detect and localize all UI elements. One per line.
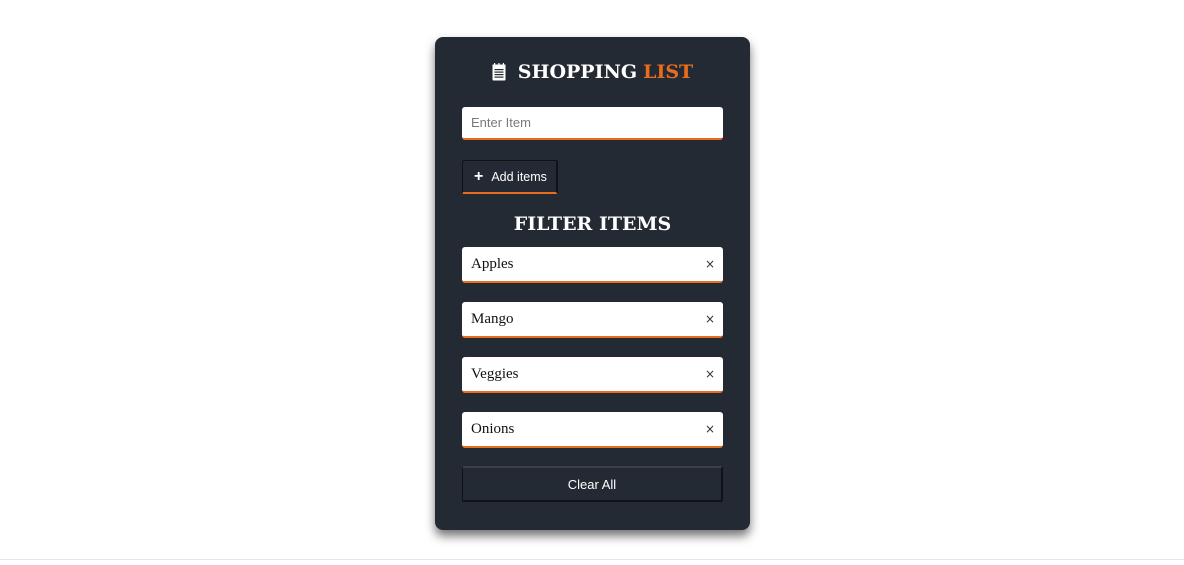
app-title: SHOPPING LIST — [435, 61, 750, 83]
title-main: SHOPPING — [517, 61, 638, 83]
page: SHOPPING LIST + Add items FILTER ITEMS A… — [0, 0, 1184, 565]
list-item: Onions × — [462, 412, 723, 448]
clear-all-button[interactable]: Clear All — [462, 466, 723, 502]
item-name: Veggies — [471, 365, 519, 382]
item-input[interactable] — [462, 107, 723, 140]
remove-item-icon[interactable]: × — [705, 423, 715, 435]
add-items-button[interactable]: + Add items — [462, 160, 558, 194]
list-item: Apples × — [462, 247, 723, 283]
item-name: Apples — [471, 255, 514, 272]
remove-item-icon[interactable]: × — [705, 258, 715, 270]
item-list: Apples × Mango × Veggies × Onions × — [462, 247, 723, 467]
list-item: Veggies × — [462, 357, 723, 393]
item-name: Mango — [471, 310, 514, 327]
filter-items-heading: FILTER ITEMS — [513, 213, 672, 235]
plus-icon: + — [474, 167, 484, 185]
remove-item-icon[interactable]: × — [705, 368, 715, 380]
notepad-icon — [492, 63, 506, 81]
shopping-list-card: SHOPPING LIST + Add items FILTER ITEMS A… — [435, 37, 750, 530]
list-item: Mango × — [462, 302, 723, 338]
item-name: Onions — [471, 420, 515, 437]
title-accent: LIST — [643, 61, 694, 83]
remove-item-icon[interactable]: × — [705, 313, 715, 325]
item-input-wrapper — [462, 107, 723, 141]
add-items-label: Add items — [491, 169, 547, 184]
divider — [0, 559, 1184, 560]
